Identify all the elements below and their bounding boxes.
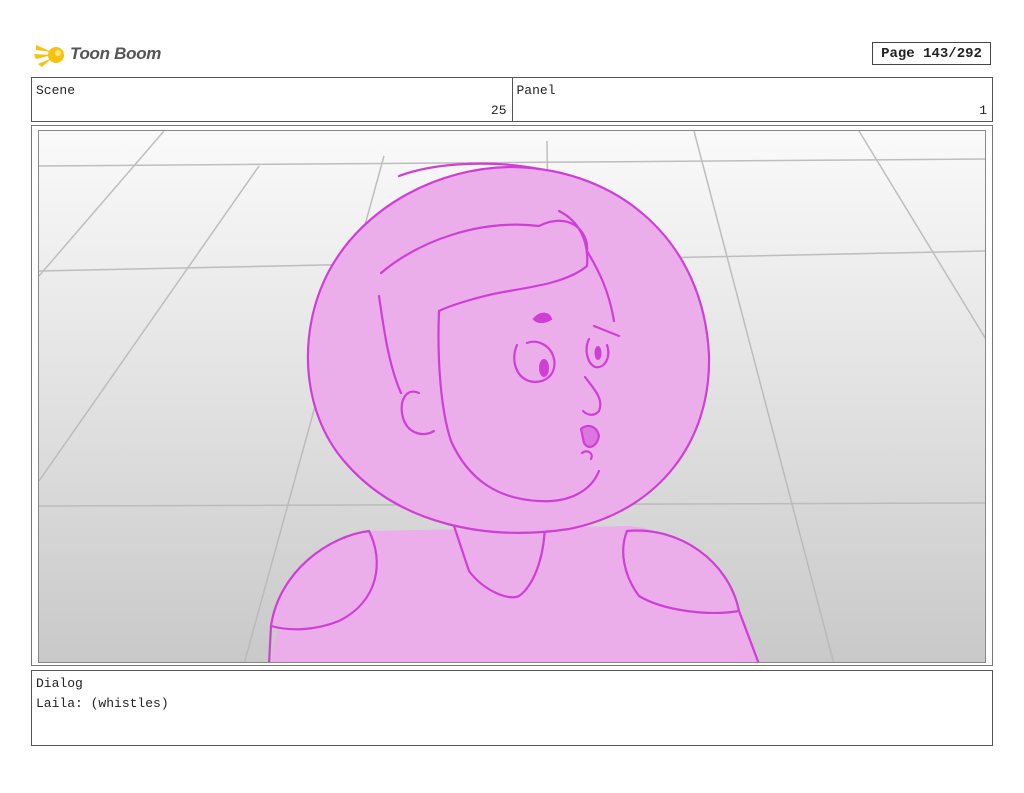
storyboard-panel-image [38,130,986,663]
panel-cell: Panel 1 [511,78,993,121]
scene-panel-row: Scene 25 Panel 1 [31,77,993,122]
dialog-text: Laila: (whistles) [36,696,169,711]
panel-label: Panel [516,83,556,98]
dialog-box: Dialog Laila: (whistles) [31,670,993,746]
scene-value: 25 [490,103,507,118]
scene-cell: Scene 25 [32,78,512,121]
dialog-label: Dialog [36,676,83,691]
page-number: Page 143/292 [872,42,991,65]
character-sketch [268,162,760,662]
logo-text: Toon Boom [70,44,162,63]
comet-icon [34,45,64,67]
toon-boom-logo: Toon Boom [34,38,164,70]
panel-value: 1 [979,103,987,118]
scene-label: Scene [36,83,76,98]
